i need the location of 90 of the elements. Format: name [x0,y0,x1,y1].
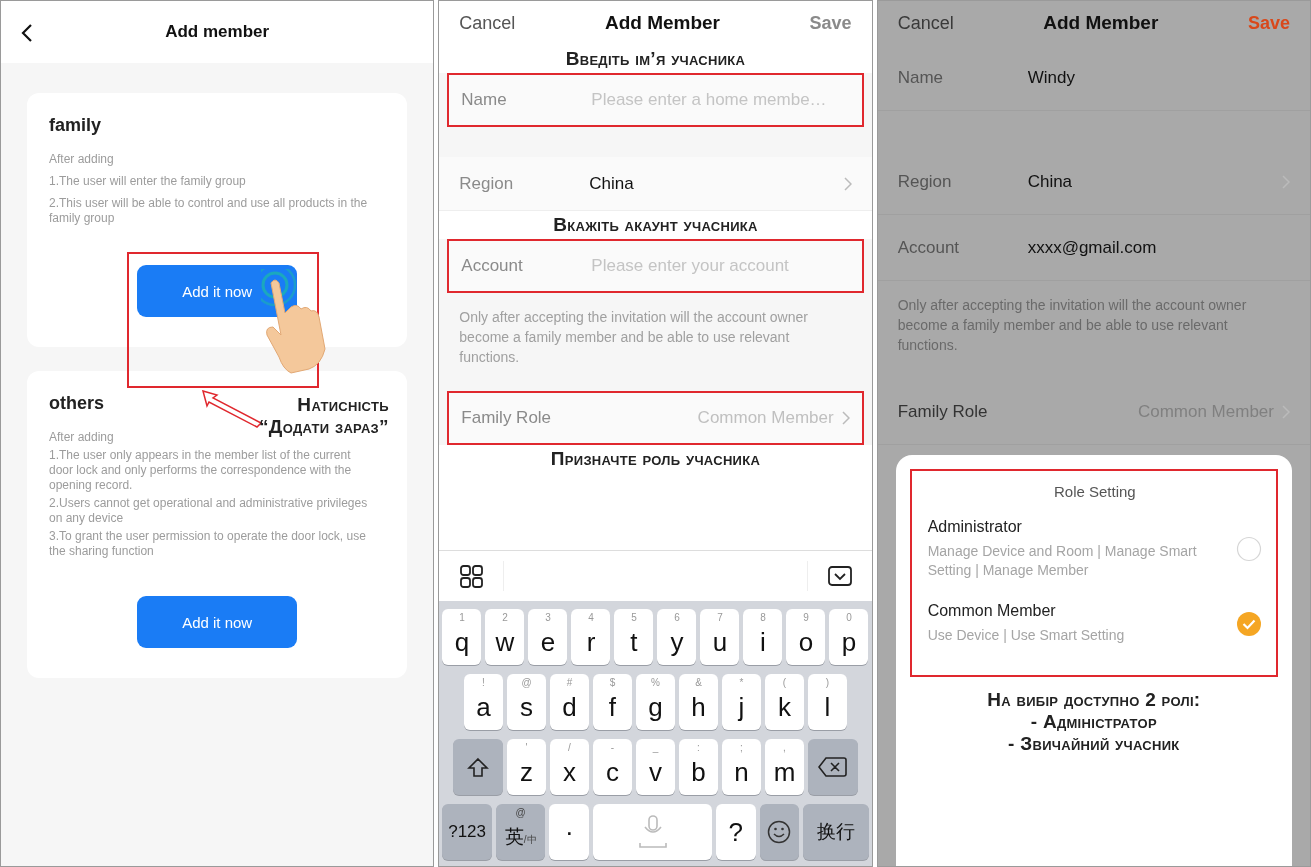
keyboard-key[interactable]: 3 e [528,609,568,665]
field-value: China [1027,171,1074,192]
keyboard-key[interactable]: ? [716,804,756,860]
keyboard-key[interactable]: 0 p [829,609,869,665]
keyboard-key[interactable]: % g [636,674,675,730]
screen-title: Add member [165,22,270,42]
emoji-key[interactable] [759,804,800,860]
keyboard-key[interactable]: * j [722,674,761,730]
keyboard-key[interactable]: ?123 [442,804,492,860]
emoji-icon [767,820,792,844]
keyboard-key[interactable]: 9 o [786,609,826,665]
field-label: Family Role [461,408,553,428]
keyboard-key[interactable]: ) l [808,674,847,730]
role-name: Common Member [927,602,1057,620]
instruction-caption: Призначте роль учасника [550,448,761,470]
chevron-right-icon [843,176,852,191]
shift-arrow-icon [467,756,489,778]
keyboard-key[interactable]: @ 英/中 [495,804,546,860]
add-it-now-button[interactable]: Add it now [137,265,298,317]
instruction-caption: - Адміністратор [1030,711,1157,733]
field-label: Family Role [897,401,989,422]
chevron-right-icon [841,411,850,425]
field-label: Name [897,67,944,88]
keyboard-key[interactable]: @ s [507,674,546,730]
text-field[interactable]: xxxx@gmail.com [1027,237,1290,258]
card-title: family [49,115,102,136]
role-description: Manage Device and Room | Manage Smart Setting | Manage Member [927,542,1198,580]
keyboard-key[interactable]: 7 u [700,609,740,665]
grid-icon[interactable] [459,564,483,588]
keyboard-key[interactable]: 1 q [442,609,482,665]
keyboard-key[interactable]: ( k [765,674,804,730]
keyboard-key[interactable]: ' z [507,739,546,795]
keyboard-key[interactable]: 4 r [571,609,611,665]
radio-circle-icon[interactable] [1236,536,1262,562]
keyboard-key[interactable]: $ f [593,674,632,730]
field-value: China [589,173,635,194]
keyboard-key[interactable]: 6 y [657,609,697,665]
card-text: 2.This user will be able to control and use all products in the family group [49,196,369,226]
sheet-title: Role Setting [1052,483,1137,500]
instruction-caption: На вибір доступно 2 ролі: [987,689,1201,711]
keyboard-key[interactable]: 5 t [614,609,654,665]
card-text: 1.The user only appears in the member list of the current door lock and only performs the correspondence with the opening record. [49,448,353,493]
back-chevron-icon[interactable] [21,23,33,43]
field-label: Account [897,237,961,258]
keyboard-key[interactable]: : b [679,739,718,795]
text-field[interactable]: Windy [1027,67,1290,88]
role-description: Use Device | Use Smart Setting [927,626,1126,645]
instruction-caption: Введіть ім’я учасника [565,48,746,70]
shift-key[interactable] [453,739,503,795]
instruction-caption: Вкажіть акаунт учасника [553,214,758,236]
add-it-now-button[interactable]: Add it now [137,596,298,648]
keyboard-key[interactable]: · [549,804,590,860]
card-text: After adding [49,152,115,167]
cancel-button[interactable]: Cancel [897,12,954,34]
keyboard-key[interactable]: ; n [722,739,761,795]
role-name: Administrator [927,518,1023,536]
callout-text: Натисність [297,394,389,416]
check-circle-icon[interactable] [1236,610,1262,637]
microphone-icon [637,815,668,849]
cancel-button[interactable]: Cancel [459,12,516,34]
keyboard-key[interactable]: # d [550,674,589,730]
info-text: Only after accepting the invitation will the account owner become a family member and be able to use relevant functions. [458,308,809,367]
instruction-caption: - Звичайний учасник [1008,733,1180,755]
card-text: 3.To grant the user permission to operate the door lock, use the sharing function [49,529,367,559]
screen-title: Add Member [604,12,720,34]
keyboard-key[interactable]: / x [550,739,589,795]
info-text: Only after accepting the invitation will the account owner become a family member and be able to use relevant functions. [896,296,1248,355]
keyboard-key[interactable]: 8 i [743,609,783,665]
backspace-icon [818,756,848,778]
field-value: Common Member [697,408,834,428]
card-text: 1.The user will enter the family group [49,174,247,189]
backspace-key[interactable] [808,739,858,795]
screen-title: Add Member [1043,12,1159,34]
field-label: Name [461,90,508,110]
keyboard-key[interactable]: ! a [464,674,503,730]
field-label: Region [897,171,953,192]
keyboard-key[interactable]: 2 w [485,609,525,665]
keyboard-hide-icon[interactable] [827,566,852,586]
field-label: Region [459,173,515,194]
keyboard-key[interactable]: , m [765,739,804,795]
keyboard-key[interactable]: & h [679,674,718,730]
card-text: After adding [49,430,115,445]
card-title: others [49,393,104,414]
select-row[interactable]: Region China [439,157,872,211]
keyboard-key[interactable]: _ v [636,739,675,795]
card-text: 2.Users cannot get operational and administrative privileges on any device [49,496,369,526]
callout-text: “Додати зараз” [259,416,389,438]
return-key[interactable]: 换行 [803,804,869,860]
field-label: Account [461,256,524,276]
keyboard-key[interactable]: - c [593,739,632,795]
